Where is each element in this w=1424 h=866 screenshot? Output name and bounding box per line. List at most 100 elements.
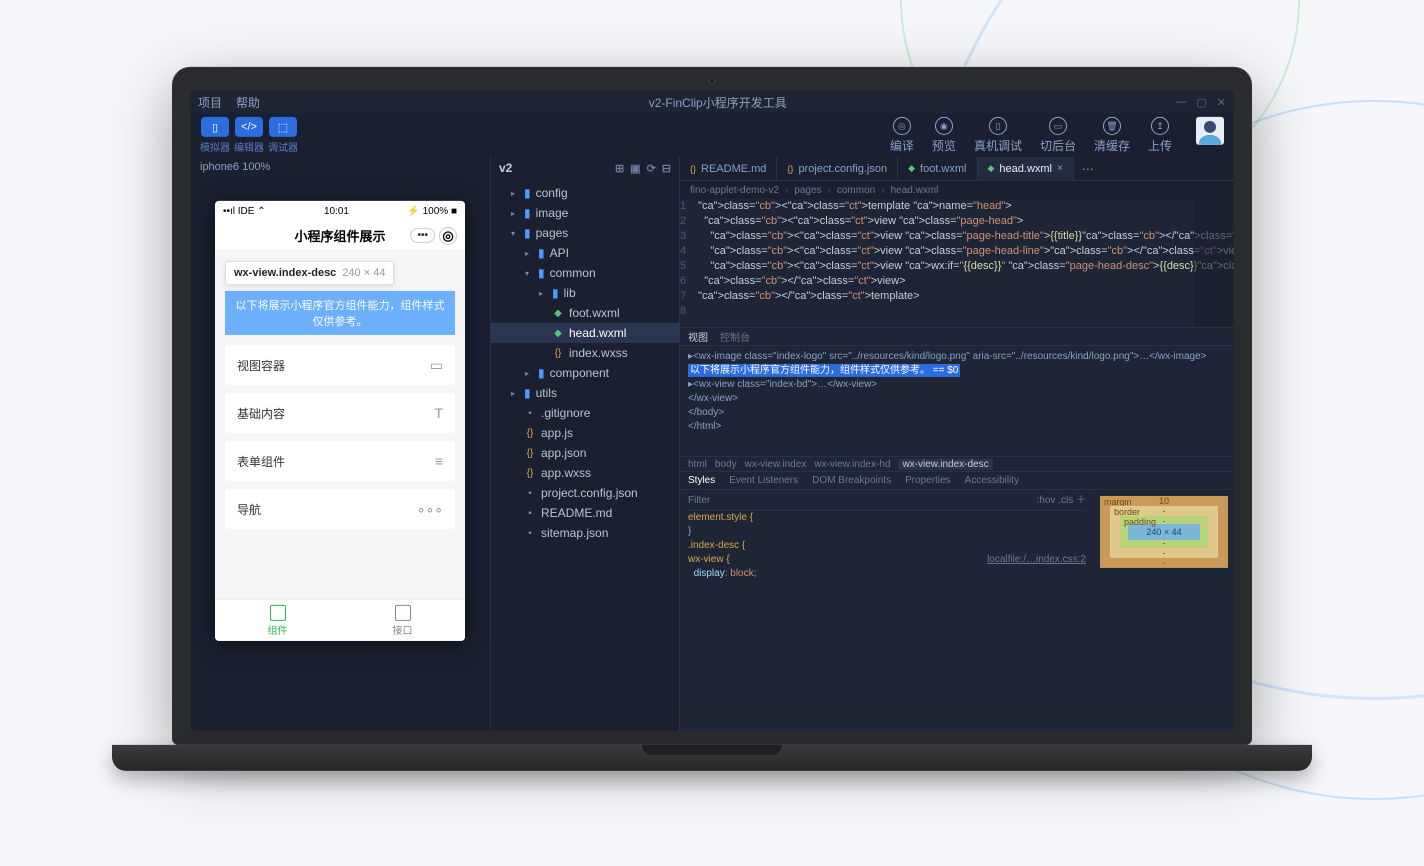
crumb[interactable]: common: [837, 184, 875, 195]
dom-line[interactable]: 以下将展示小程序官方组件能力，组件样式仅供参考。 == $0: [688, 364, 1226, 378]
tab-head.wxml[interactable]: ◆head.wxml×: [978, 157, 1074, 180]
phone-frame: ••ıl IDE ⌃ 10:01 ⚡ 100% ■ 小程序组件展示 ••• ◎: [215, 201, 465, 641]
folder-config[interactable]: ▸▮config: [491, 183, 679, 203]
inspect-tooltip: wx-view.index-desc 240 × 44: [225, 261, 394, 285]
close-icon[interactable]: ✕: [1217, 95, 1226, 108]
dom-crumb[interactable]: body: [715, 458, 737, 469]
dom-crumb[interactable]: wx-view.index-hd: [814, 458, 890, 469]
preview-button[interactable]: ◉预览: [932, 117, 956, 154]
dom-crumb[interactable]: html: [688, 458, 707, 469]
file-app.json[interactable]: {}app.json: [491, 443, 679, 463]
phone-statusbar: ••ıl IDE ⌃ 10:01 ⚡ 100% ■: [215, 201, 465, 221]
dom-tree[interactable]: ▸<wx-image class="index-logo" src="../re…: [680, 346, 1234, 456]
nav-more-icon[interactable]: •••: [410, 228, 435, 243]
toolbar: ▯ 模拟器 </> 编辑器 ⬚ 调试器 ◎编译 ◉预览 ▯真机调试 ▭切后台 🗑清缓存…: [190, 113, 1234, 157]
compile-button[interactable]: ◎编译: [890, 117, 914, 154]
subtab-accessibility[interactable]: Accessibility: [965, 475, 1019, 486]
nav-close-icon[interactable]: ◎: [439, 226, 457, 244]
subtab-event-listeners[interactable]: Event Listeners: [729, 475, 798, 486]
devtools: 视图 控制台 ▸<wx-image class="index-logo" src…: [680, 327, 1234, 731]
styles-pane[interactable]: Filter :hov .cls ＋ element.style {}.inde…: [680, 490, 1094, 731]
tab-component[interactable]: 组件: [215, 600, 340, 641]
laptop-frame: 项目 帮助 v2-FinClip小程序开发工具 — ▢ ✕ ▯ 模拟器 </> 编辑…: [172, 67, 1252, 771]
simulator-label: 模拟器: [200, 139, 230, 154]
list-item[interactable]: 视图容器▭: [225, 345, 455, 385]
devtools-tab-console[interactable]: 控制台: [720, 329, 750, 344]
file-project.config.json[interactable]: ▪project.config.json: [491, 483, 679, 503]
maximize-icon[interactable]: ▢: [1196, 95, 1206, 108]
minimize-icon[interactable]: —: [1175, 95, 1186, 108]
simulator-button[interactable]: ▯: [201, 117, 229, 137]
menu-project[interactable]: 项目: [198, 93, 222, 110]
folder-utils[interactable]: ▸▮utils: [491, 383, 679, 403]
editor-button[interactable]: </>: [235, 117, 263, 137]
dom-crumb[interactable]: wx-view.index-desc: [898, 458, 992, 469]
folder-component[interactable]: ▸▮component: [491, 363, 679, 383]
upload-button[interactable]: ↥上传: [1148, 117, 1172, 154]
styles-filter[interactable]: Filter: [688, 494, 710, 508]
phone-navbar: 小程序组件展示 ••• ◎: [215, 221, 465, 251]
file-explorer: v2 ⊞ ▣ ⟳ ⊟ ▸▮config▸▮image▾▮pages▸▮API▾▮…: [490, 157, 680, 731]
crumb[interactable]: pages: [794, 184, 821, 195]
dom-line[interactable]: </wx-view>: [688, 392, 1226, 406]
menubar: 项目 帮助 v2-FinClip小程序开发工具 — ▢ ✕: [190, 91, 1234, 113]
new-folder-icon[interactable]: ▣: [630, 161, 640, 174]
remote-debug-button[interactable]: ▯真机调试: [974, 117, 1022, 154]
highlight-region: 以下将展示小程序官方组件能力，组件样式仅供参考。: [225, 291, 455, 335]
editor-tabs: {}README.md{}project.config.json◆foot.wx…: [680, 157, 1234, 181]
file-head.wxml[interactable]: ◆head.wxml: [491, 323, 679, 343]
dom-line[interactable]: </body>: [688, 406, 1226, 420]
device-label: iphone6 100%: [190, 157, 490, 177]
editor-column: {}README.md{}project.config.json◆foot.wx…: [680, 157, 1234, 731]
tab-api[interactable]: 接口: [340, 600, 465, 641]
subtab-properties[interactable]: Properties: [905, 475, 951, 486]
file-index.wxss[interactable]: {}index.wxss: [491, 343, 679, 363]
collapse-icon[interactable]: ⊟: [662, 161, 671, 174]
tab-more-icon[interactable]: ⋯: [1074, 157, 1102, 180]
menu-help[interactable]: 帮助: [236, 93, 260, 110]
folder-common[interactable]: ▾▮common: [491, 263, 679, 283]
list-item[interactable]: 导航∘∘∘: [225, 489, 455, 529]
file-README.md[interactable]: ▪README.md: [491, 503, 679, 523]
file-app.js[interactable]: {}app.js: [491, 423, 679, 443]
styles-toggles[interactable]: :hov .cls ＋: [1037, 494, 1086, 508]
background-button[interactable]: ▭切后台: [1040, 117, 1076, 154]
dom-breadcrumb: html body wx-view.index wx-view.index-hd wx-…: [680, 456, 1234, 472]
debugger-label: 调试器: [268, 139, 298, 154]
crumb[interactable]: head.wxml: [891, 184, 939, 195]
refresh-icon[interactable]: ⟳: [647, 161, 656, 174]
list-item[interactable]: 表单组件≡: [225, 441, 455, 481]
subtab-styles[interactable]: Styles: [688, 475, 715, 486]
dom-line[interactable]: </html>: [688, 420, 1226, 434]
page-title: 小程序组件展示: [294, 226, 385, 245]
folder-lib[interactable]: ▸▮lib: [491, 283, 679, 303]
simulator-pane: iphone6 100% ••ıl IDE ⌃ 10:01 ⚡ 100% ■ 小…: [190, 157, 490, 731]
folder-image[interactable]: ▸▮image: [491, 203, 679, 223]
list-item[interactable]: 基础内容T: [225, 393, 455, 433]
dom-line[interactable]: ▸<wx-image class="index-logo" src="../re…: [688, 350, 1226, 364]
box-model: margin 10 - border - - padding: [1094, 490, 1234, 731]
crumb[interactable]: fino-applet-demo-v2: [690, 184, 779, 195]
avatar[interactable]: [1196, 117, 1224, 145]
file-sitemap.json[interactable]: ▪sitemap.json: [491, 523, 679, 543]
clear-cache-button[interactable]: 🗑清缓存: [1094, 117, 1130, 154]
file-app.wxss[interactable]: {}app.wxss: [491, 463, 679, 483]
tab-foot.wxml[interactable]: ◆foot.wxml: [898, 157, 977, 180]
editor-label: 编辑器: [234, 139, 264, 154]
new-file-icon[interactable]: ⊞: [615, 161, 624, 174]
file-foot.wxml[interactable]: ◆foot.wxml: [491, 303, 679, 323]
code-editor[interactable]: 1 2 3 4 5 6 7 8 "ca">class="cb"><"ca">cl…: [680, 199, 1234, 327]
devtools-tab-view[interactable]: 视图: [688, 329, 708, 344]
folder-pages[interactable]: ▾▮pages: [491, 223, 679, 243]
file-.gitignore[interactable]: ▪.gitignore: [491, 403, 679, 423]
tab-README.md[interactable]: {}README.md: [680, 157, 777, 180]
ide-window: 项目 帮助 v2-FinClip小程序开发工具 — ▢ ✕ ▯ 模拟器 </> 编辑…: [190, 91, 1234, 731]
minimap[interactable]: [1194, 199, 1234, 327]
dom-line[interactable]: ▸<wx-view class="index-bd">…</wx-view>: [688, 378, 1226, 392]
tab-project.config.json[interactable]: {}project.config.json: [777, 157, 898, 180]
breadcrumb: fino-applet-demo-v2›pages›common›head.wx…: [680, 181, 1234, 199]
dom-crumb[interactable]: wx-view.index: [745, 458, 807, 469]
subtab-dom-breakpoints[interactable]: DOM Breakpoints: [812, 475, 891, 486]
folder-API[interactable]: ▸▮API: [491, 243, 679, 263]
debugger-button[interactable]: ⬚: [269, 117, 297, 137]
